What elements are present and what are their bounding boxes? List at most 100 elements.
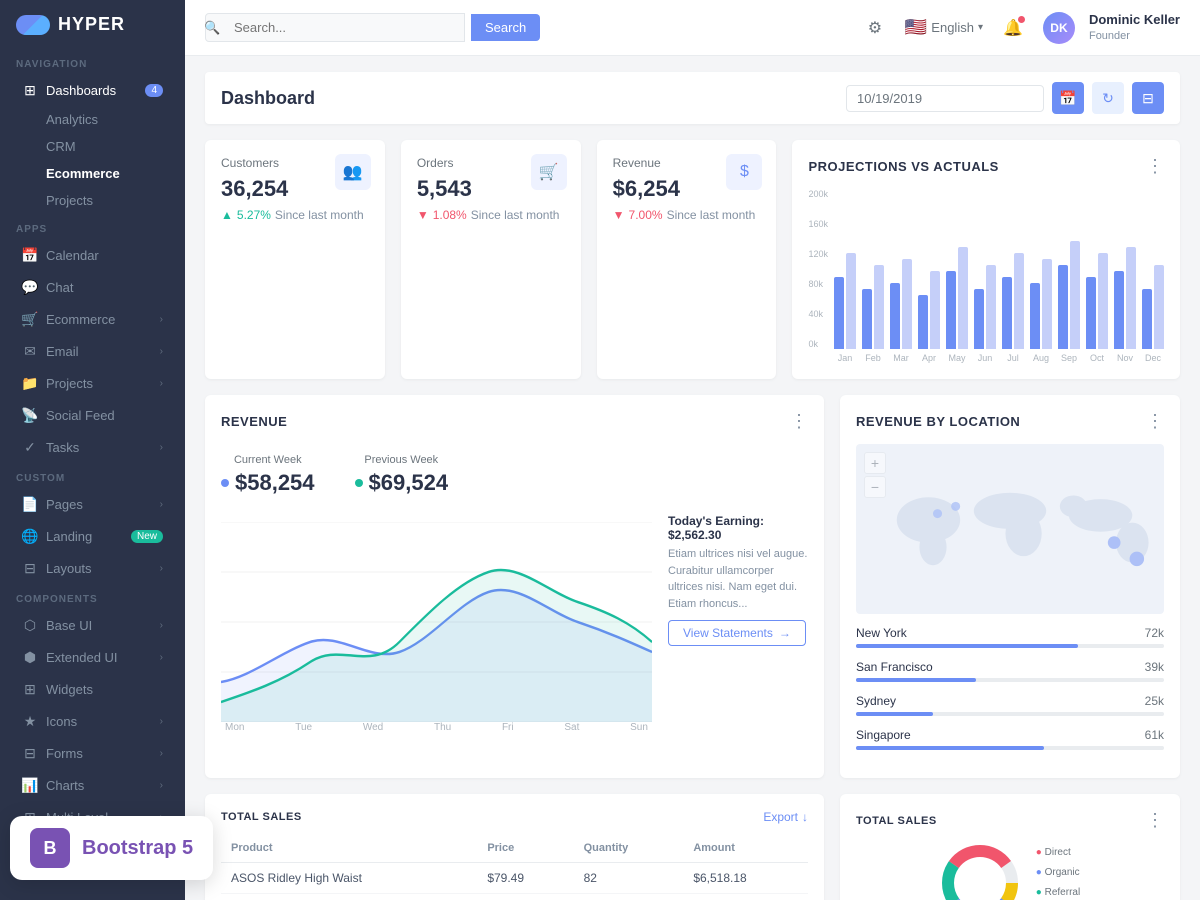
projections-chart: 200k 160k 120k 80k 40k 0k JanFebMarAprMa… xyxy=(808,189,1164,363)
revenue-icon: $ xyxy=(726,154,762,190)
sidebar-item-label-layouts: Layouts xyxy=(46,561,92,576)
total-sales-pie-card: TOTAL SALES ⋮ ● Direct ● xyxy=(840,794,1180,900)
current-week-value: $58,254 xyxy=(221,470,315,496)
sidebar-item-landing[interactable]: 🌐 Landing New xyxy=(6,521,179,551)
search-button[interactable]: Search xyxy=(471,14,540,41)
sidebar-item-base-ui[interactable]: ⬡ Base UI › xyxy=(6,610,179,640)
dashboard-icon: ⊞ xyxy=(22,82,38,98)
settings-icon[interactable]: ⚙ xyxy=(859,12,891,44)
language-selector[interactable]: 🇺🇸 English ▾ xyxy=(905,17,983,38)
sidebar-item-widgets[interactable]: ⊞ Widgets xyxy=(6,674,179,704)
previous-week-label: Previous Week xyxy=(355,454,449,466)
sidebar-item-forms[interactable]: ⊟ Forms › xyxy=(6,738,179,768)
map-container: + − xyxy=(856,444,1164,614)
bar-light-jun xyxy=(986,265,996,349)
sidebar-item-ecommerce[interactable]: Ecommerce xyxy=(6,161,179,186)
orders-since: Since last month xyxy=(471,208,560,222)
bar-group-jun xyxy=(974,265,996,349)
bar-light-jan xyxy=(846,253,856,349)
bar-light-dec xyxy=(1154,265,1164,349)
calendar-btn[interactable]: 📅 xyxy=(1052,82,1084,114)
projections-more-btn[interactable]: ⋮ xyxy=(1146,156,1164,177)
table-header: TOTAL SALES Export ↓ xyxy=(221,810,808,824)
ecommerce-icon: 🛒 xyxy=(22,311,38,327)
progress-fill xyxy=(856,644,1078,648)
custom-section-label: CUSTOM xyxy=(0,463,185,488)
sidebar-item-label-widgets: Widgets xyxy=(46,682,93,697)
search-wrapper: 🔍 Search xyxy=(205,13,605,42)
col-quantity: Quantity xyxy=(574,834,684,863)
avatar: DK xyxy=(1043,12,1075,44)
export-icon: ↓ xyxy=(802,810,808,824)
pie-more-btn[interactable]: ⋮ xyxy=(1146,810,1164,831)
sidebar-item-projects-app[interactable]: 📁 Projects › xyxy=(6,368,179,398)
revenue-change: ▼ 7.00% Since last month xyxy=(613,208,761,222)
sidebar-item-email[interactable]: ✉ Email › xyxy=(6,336,179,366)
refresh-btn[interactable]: ↻ xyxy=(1092,82,1124,114)
sidebar-item-extended-ui[interactable]: ⬢ Extended UI › xyxy=(6,642,179,672)
forms-icon: ⊟ xyxy=(22,745,38,761)
location-more-btn[interactable]: ⋮ xyxy=(1146,411,1164,432)
sidebar-item-icons[interactable]: ★ Icons › xyxy=(6,706,179,736)
orders-icon: 🛒 xyxy=(531,154,567,190)
sidebar-item-label-calendar: Calendar xyxy=(46,248,99,263)
bootstrap-badge: B Bootstrap 5 xyxy=(10,816,213,880)
sidebar-item-tasks[interactable]: ✓ Tasks › xyxy=(6,432,179,462)
revenue-card: REVENUE ⋮ Current Week $58,254 Previous … xyxy=(205,395,824,778)
progress-fill xyxy=(856,678,976,682)
sidebar-item-ecommerce-app[interactable]: 🛒 Ecommerce › xyxy=(6,304,179,334)
view-statements-btn[interactable]: View Statements → xyxy=(668,620,806,646)
chart-header: PROJECTIONS VS ACTUALS ⋮ xyxy=(808,156,1164,177)
sidebar-logo[interactable]: HYPER xyxy=(0,0,185,49)
notification-icon[interactable]: 🔔 xyxy=(997,12,1029,44)
sidebar-item-layouts[interactable]: ⊟ Layouts › xyxy=(6,553,179,583)
chevron-right-icon-charts: › xyxy=(160,780,163,791)
sidebar-item-projects[interactable]: Projects xyxy=(6,188,179,213)
line-chart xyxy=(221,522,652,722)
customers-change: ▲ 5.27% Since last month xyxy=(221,208,369,222)
page-header-controls: 📅 ↻ ⊟ xyxy=(846,82,1164,114)
bar-dark-oct xyxy=(1086,277,1096,349)
bar-chart-area: JanFebMarAprMayJunJulAugSepOctNovDec xyxy=(834,189,1164,363)
landing-icon: 🌐 xyxy=(22,528,38,544)
location-item-sydney: Sydney 25k xyxy=(856,694,1164,716)
cell-amount: $6,518.18 xyxy=(683,863,808,894)
social-icon: 📡 xyxy=(22,407,38,423)
chevron-right-icon-pages: › xyxy=(160,499,163,510)
sidebar-item-label-pages: Pages xyxy=(46,497,83,512)
x-axis-revenue: Mon Tue Wed Thu Fri Sat Sun xyxy=(221,722,652,733)
sidebar-item-calendar[interactable]: 📅 Calendar xyxy=(6,240,179,270)
location-value: 72k xyxy=(1145,626,1164,640)
sidebar-item-analytics[interactable]: Analytics xyxy=(6,107,179,132)
bar-dark-feb xyxy=(862,289,872,349)
revenue-header: REVENUE ⋮ xyxy=(221,411,808,432)
bar-light-jul xyxy=(1014,253,1024,349)
sidebar-item-dashboards[interactable]: ⊞ Dashboards 4 xyxy=(6,75,179,105)
sidebar-item-label-chat: Chat xyxy=(46,280,73,295)
location-name: Singapore xyxy=(856,728,911,742)
location-name: New York xyxy=(856,626,907,640)
current-week-stat: Current Week $58,254 xyxy=(221,454,315,496)
calendar-icon: 📅 xyxy=(22,247,38,263)
bar-light-aug xyxy=(1042,259,1052,349)
bar-light-mar xyxy=(902,259,912,349)
cell-product: ASOS Ridley High Waist xyxy=(221,863,477,894)
sidebar-item-chat[interactable]: 💬 Chat xyxy=(6,272,179,302)
progress-fill xyxy=(856,746,1044,750)
bar-light-sep xyxy=(1070,241,1080,349)
pie-legend: ● Direct ● Organic ● Referral ● Social xyxy=(1036,843,1080,900)
projects-icon: 📁 xyxy=(22,375,38,391)
y-axis-labels: 200k 160k 120k 80k 40k 0k xyxy=(808,189,828,349)
export-btn[interactable]: Export ↓ xyxy=(763,810,808,824)
previous-week-dot xyxy=(355,479,363,487)
search-input[interactable] xyxy=(205,13,465,42)
sidebar-item-charts[interactable]: 📊 Charts › xyxy=(6,770,179,800)
sidebar-item-social-feed[interactable]: 📡 Social Feed xyxy=(6,400,179,430)
revenue-more-btn[interactable]: ⋮ xyxy=(790,411,808,432)
arrow-down-icon-rev: ▼ xyxy=(613,208,625,222)
sidebar-item-crm[interactable]: CRM xyxy=(6,134,179,159)
date-input[interactable] xyxy=(846,85,1044,112)
customers-icon: 👥 xyxy=(335,154,371,190)
filter-btn[interactable]: ⊟ xyxy=(1132,82,1164,114)
sidebar-item-pages[interactable]: 📄 Pages › xyxy=(6,489,179,519)
